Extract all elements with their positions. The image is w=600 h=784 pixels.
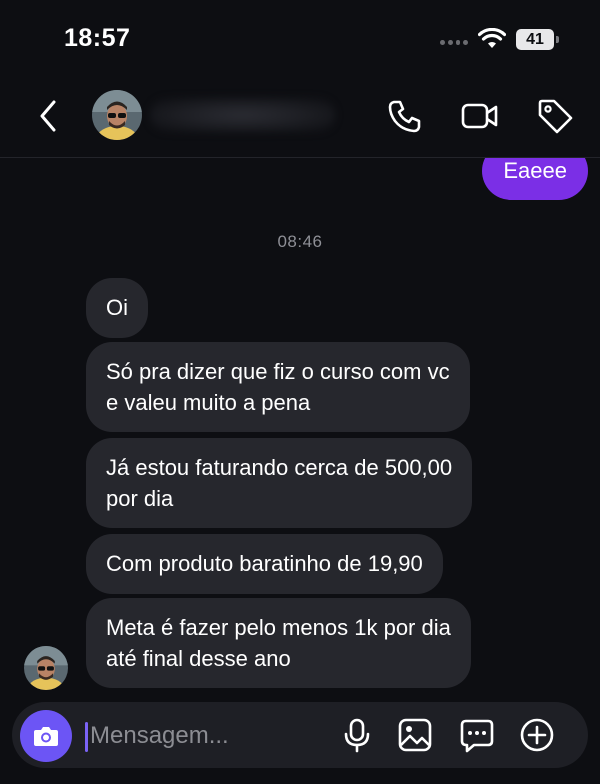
microphone-icon[interactable] xyxy=(338,716,376,754)
sender-avatar[interactable] xyxy=(24,646,68,690)
camera-button[interactable] xyxy=(20,710,72,762)
message-list[interactable]: Eaeee 08:46 Oi Só pra dizer que fiz o cu… xyxy=(0,158,600,702)
outgoing-message[interactable]: Eaeee xyxy=(482,158,588,200)
incoming-message[interactable]: Com produto baratinho de 19,90 xyxy=(86,534,443,594)
contact-name[interactable] xyxy=(150,98,335,132)
plus-icon[interactable] xyxy=(518,716,556,754)
battery-indicator: 41 xyxy=(516,29,560,50)
video-icon[interactable] xyxy=(460,96,500,136)
battery-level: 41 xyxy=(516,29,554,50)
tag-icon[interactable] xyxy=(535,96,575,136)
message-input[interactable] xyxy=(90,716,330,756)
message-line: Com produto baratinho de 19,90 xyxy=(106,551,423,576)
message-line: Oi xyxy=(106,295,128,320)
chat-header xyxy=(0,80,600,158)
incoming-message[interactable]: Meta é fazer pelo menos 1k por dia até f… xyxy=(86,598,471,688)
cellular-signal-icon xyxy=(440,40,468,46)
message-line: Meta é fazer pelo menos 1k por dia xyxy=(106,615,451,640)
status-bar: 18:57 41 xyxy=(0,0,600,80)
incoming-message[interactable]: Oi xyxy=(86,278,148,338)
wifi-icon xyxy=(478,28,506,48)
message-line: Já estou faturando cerca de 500,00 xyxy=(106,455,453,480)
message-line: por dia xyxy=(106,486,174,511)
status-time: 18:57 xyxy=(64,24,131,52)
camera-icon xyxy=(34,727,58,746)
message-timestamp: 08:46 xyxy=(277,232,323,251)
sticker-icon[interactable] xyxy=(458,716,496,754)
message-composer xyxy=(12,702,588,768)
message-line: até final desse ano xyxy=(106,646,291,671)
text-cursor xyxy=(85,722,88,752)
back-icon[interactable] xyxy=(34,96,64,136)
contact-avatar[interactable] xyxy=(92,90,142,140)
incoming-message[interactable]: Já estou faturando cerca de 500,00 por d… xyxy=(86,438,473,528)
message-line: Só pra dizer que fiz o curso com vc xyxy=(106,359,450,384)
phone-icon[interactable] xyxy=(385,96,425,136)
message-line: e valeu muito a pena xyxy=(106,390,311,415)
incoming-message[interactable]: Só pra dizer que fiz o curso com vc e va… xyxy=(86,342,470,432)
gallery-icon[interactable] xyxy=(396,716,434,754)
